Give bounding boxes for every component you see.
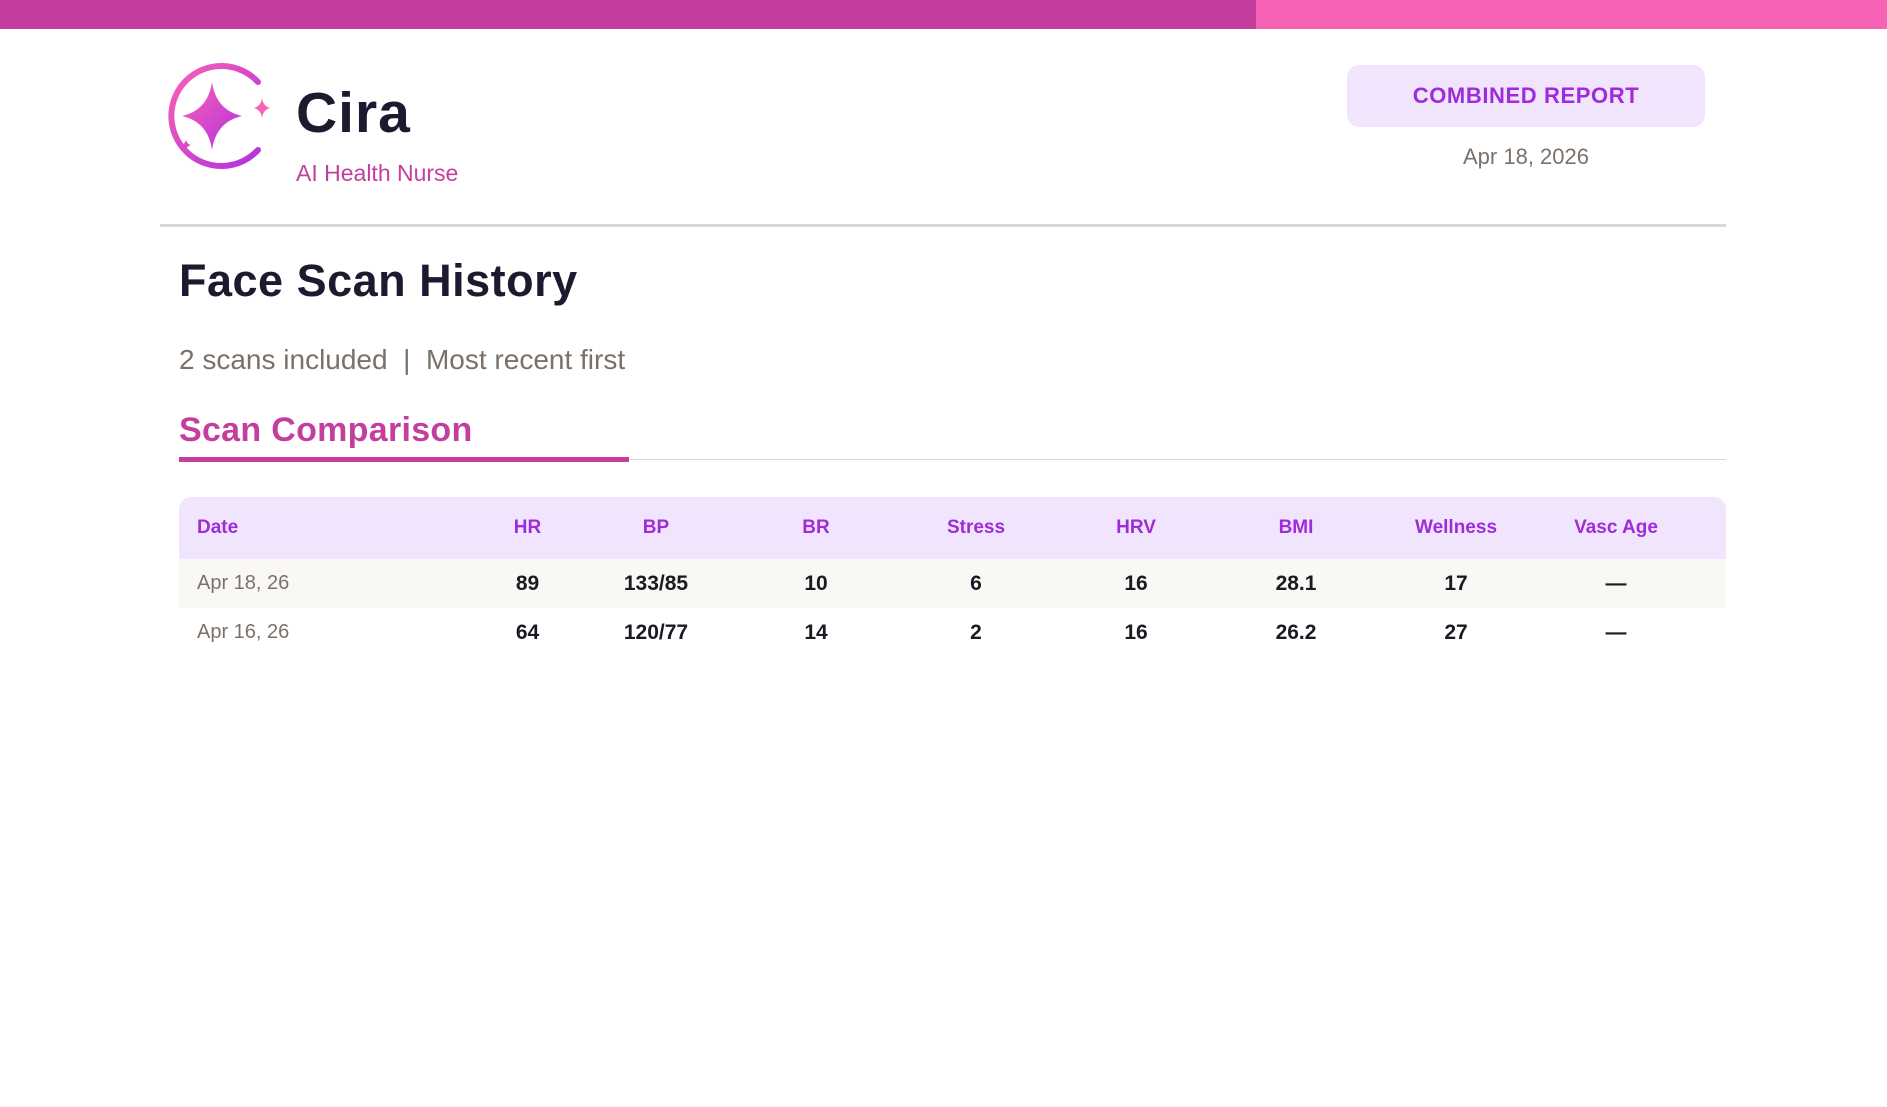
header-bp: BP: [642, 517, 670, 538]
header-divider: [160, 224, 1726, 227]
cell-stress: 6: [970, 571, 982, 595]
report-date: Apr 18, 2026: [1463, 144, 1589, 169]
top-accent-bar-secondary: [1256, 0, 1887, 29]
cell-stress: 2: [970, 620, 982, 644]
scan-comparison-table: Date HR BP BR Stress HRV BMI Wellness Va…: [179, 497, 1726, 657]
header-stress: Stress: [946, 517, 1006, 538]
brand-name: Cira: [296, 81, 411, 145]
sparkle-ring-icon: [168, 63, 270, 169]
header-wellness: Wellness: [1414, 517, 1498, 538]
top-accent-bar: [0, 0, 1887, 29]
header-vasc-age: Vasc Age: [1574, 517, 1658, 538]
cell-bmi: 26.2: [1275, 620, 1317, 644]
table-row: Apr 18, 26 89 133/85 10 6 16 28.1 17 —: [179, 559, 1726, 608]
brand-subtitle: AI Health Nurse: [296, 160, 459, 186]
report-type-badge: COMBINED REPORT: [1347, 65, 1705, 127]
section-title: Scan Comparison: [179, 411, 473, 449]
cell-vasc-age: —: [1605, 571, 1627, 595]
top-accent-bar-primary: [0, 0, 1256, 29]
scan-summary: 2 scans included | Most recent first: [179, 344, 626, 375]
header-br: BR: [802, 517, 830, 538]
header-hrv: HRV: [1116, 517, 1156, 538]
cell-hr: 64: [515, 620, 540, 644]
cell-br: 14: [804, 620, 828, 644]
section-divider: [629, 459, 1726, 460]
table-header: Date HR BP BR Stress HRV BMI Wellness Va…: [179, 497, 1726, 559]
cell-hrv: 16: [1124, 620, 1148, 644]
header-date: Date: [197, 517, 239, 538]
cell-bmi: 28.1: [1275, 571, 1317, 595]
table-row: Apr 16, 26 64 120/77 14 2 16 26.2 27 —: [179, 608, 1726, 657]
header-hr: HR: [513, 517, 542, 538]
cell-wellness: 27: [1444, 620, 1468, 644]
cell-wellness: 17: [1444, 571, 1468, 595]
cell-date: Apr 16, 26: [197, 621, 290, 643]
cell-date: Apr 18, 26: [197, 572, 290, 594]
cell-bp: 133/85: [623, 571, 689, 595]
section-title-underline: [179, 457, 629, 462]
cell-bp: 120/77: [623, 620, 689, 644]
cell-hr: 89: [515, 571, 540, 595]
cell-vasc-age: —: [1605, 620, 1627, 644]
header-bmi: BMI: [1278, 517, 1314, 538]
cell-br: 10: [804, 571, 828, 595]
cell-hrv: 16: [1124, 571, 1148, 595]
page-title: Face Scan History: [179, 255, 578, 306]
